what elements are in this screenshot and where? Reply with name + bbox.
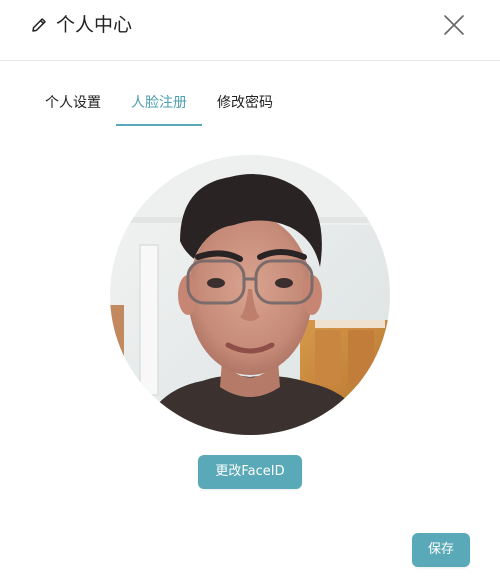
dialog-title: 个人中心 (56, 14, 133, 36)
close-icon[interactable] (440, 11, 468, 39)
change-faceid-button[interactable]: 更改FaceID (198, 455, 302, 489)
tab-personal-settings[interactable]: 个人设置 (45, 88, 101, 124)
tab-change-password[interactable]: 修改密码 (217, 88, 273, 124)
dialog-header: 个人中心 (0, 0, 500, 61)
profile-dialog: 个人中心 个人设置 人脸注册 修改密码 更改FaceID 保存 (0, 0, 500, 588)
tab-face-registration[interactable]: 人脸注册 (116, 88, 202, 126)
face-photo (110, 155, 390, 435)
face-photo-image (110, 155, 390, 435)
save-button[interactable]: 保存 (412, 533, 470, 567)
pencil-icon (32, 18, 46, 32)
